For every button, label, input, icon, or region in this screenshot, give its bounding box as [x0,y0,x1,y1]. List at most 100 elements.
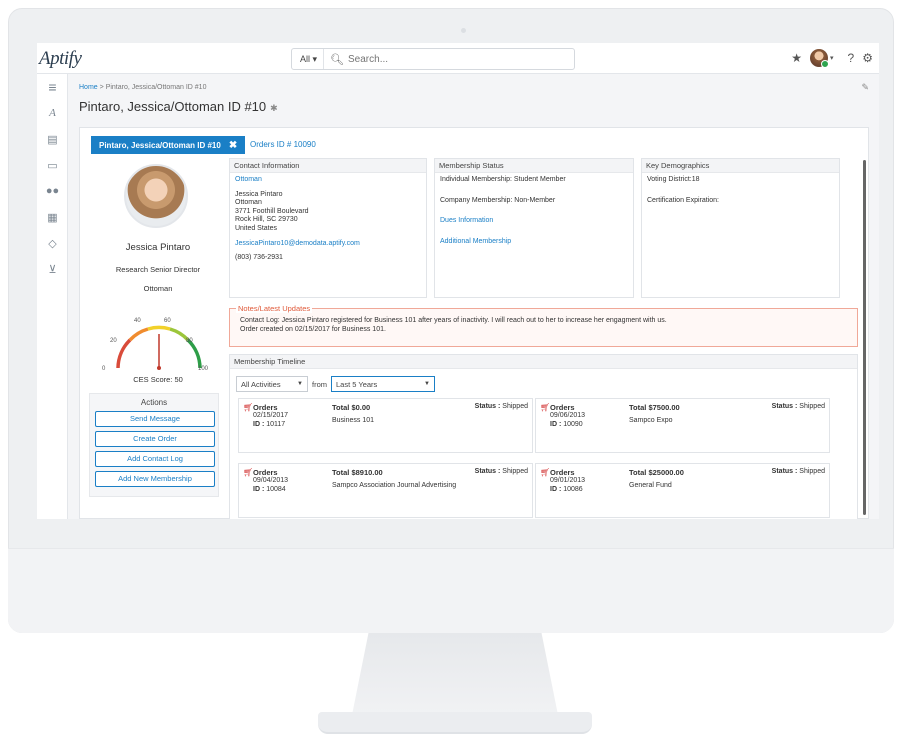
activity-filter-select[interactable]: All Activities ▼ [236,376,308,392]
monitor-chin [8,548,894,633]
document-icon[interactable]: ▤ [37,126,68,152]
individual-membership: Individual Membership: Student Member [440,176,566,183]
from-label: from [312,379,327,389]
camera-dot [461,28,466,33]
users-icon[interactable]: ●● [37,178,68,204]
left-nav: ≡ A ▤ ▭ ●● ▦ ◇ ⊻ [37,74,68,519]
key-demographics-heading: Key Demographics [642,159,839,173]
dues-information-link[interactable]: Dues Information [440,217,628,226]
order-status-label: Status : [771,403,798,410]
order-card[interactable]: 🛒︎ Orders 09/04/2013 ID : 10084 Total $8… [238,463,533,518]
order-type: Orders [253,403,278,412]
order-id-label: ID : [550,421,562,428]
contact-street: 3771 Foothill Boulevard [235,207,309,215]
order-id: ID : 10084 [253,486,286,493]
order-status-value: Shipped [502,468,528,475]
order-id-label: ID : [550,486,562,493]
additional-membership-link[interactable]: Additional Membership [440,238,628,247]
tab-order-record[interactable]: Orders ID # 10090 [250,140,316,149]
monitor-icon[interactable]: ▭ [37,152,68,178]
breadcrumb-current: Pintaro, Jessica/Ottoman ID #10 [105,84,207,91]
order-id-value: 10084 [266,486,286,493]
profile-photo [124,164,188,228]
contact-country: United States [235,224,278,232]
breadcrumb-separator: > [99,84,104,91]
chevron-down-icon: ▼ [297,381,303,387]
aptify-logo[interactable]: Aptify [39,48,82,70]
gauge-band-green [186,338,202,369]
search-scope-label: All [300,54,311,64]
gauge-tick-80: 80 [186,338,193,344]
chevron-down-icon[interactable]: ▾ [830,54,834,62]
gauge-tick-60: 60 [164,318,171,324]
ces-gauge: 0 20 40 60 80 100 [102,318,209,372]
order-total: Total $7500.00 [629,403,680,412]
create-order-button[interactable]: Create Order [95,431,215,447]
add-new-membership-button[interactable]: Add New Membership [95,471,215,487]
monitor-stand [352,633,558,715]
notes-line-2: Order created on 02/15/2017 for Business… [240,325,386,333]
order-status-label: Status : [474,468,501,475]
contact-phone: (803) 736-2931 [235,254,283,262]
add-contact-log-button[interactable]: Add Contact Log [95,451,215,467]
search-input[interactable] [348,53,549,65]
ces-score: CES Score: 50 [133,375,183,384]
chevron-down-icon: ▼ [424,381,430,387]
order-status: Status : Shipped [772,403,825,410]
order-status-label: Status : [771,468,798,475]
breadcrumb-home-link[interactable]: Home [79,84,98,91]
order-date: 09/06/2013 [550,412,586,419]
profile-name: Jessica Pintaro [125,242,191,253]
notes-box: Notes/Latest Updates Contact Log: Jessic… [229,304,858,347]
activity-filter-value: All Activities [241,379,281,389]
close-icon[interactable]: ✖ [229,140,237,151]
order-total: Total $8910.00 [332,468,383,477]
page-title-text: Pintaro, Jessica/Ottoman ID #10 [79,99,267,114]
order-card[interactable]: 🛒︎ Orders 09/06/2013 ID : 10090 Total $7… [535,398,830,453]
actions-heading: Actions [140,398,168,407]
actions-box: Actions Send Message Create Order Add Co… [89,393,219,497]
contact-org-link[interactable]: Ottoman [235,176,421,185]
diamond-icon[interactable]: ◇ [37,230,68,256]
order-card[interactable]: 🛒︎ Orders 09/01/2013 ID : 10086 Total $2… [535,463,830,518]
contact-email-link[interactable]: JessicaPintaro10@demodata.aptify.com [235,240,421,249]
order-total: Total $25000.00 [629,468,684,477]
order-card[interactable]: 🛒︎ Orders 02/15/2017 ID : 10117 Total $0… [238,398,533,453]
order-status-value: Shipped [502,403,528,410]
cart-icon[interactable]: ⊻ [37,256,68,282]
aptify-icon[interactable]: A [37,100,68,126]
gauge-tick-40: 40 [134,318,141,324]
gauge-band-red [116,338,132,369]
search-scope-select[interactable]: All ▾ [292,49,325,69]
tab-contact-record[interactable]: Pintaro, Jessica/Ottoman ID #10 ✖ [91,136,246,154]
global-search: All ▾ 🔍︎ [291,48,575,70]
membership-timeline-heading: Membership Timeline [230,355,857,369]
breadcrumb: Home > Pintaro, Jessica/Ottoman ID #10 [79,84,206,91]
menu-icon[interactable]: ≡ [37,74,68,100]
order-description: Sampco Association Journal Advertising [332,482,457,489]
table-icon[interactable]: ▦ [37,204,68,230]
contact-name: Jessica Pintaro [235,190,283,198]
order-description: Sampco Expo [629,417,673,424]
gauge-tick-0: 0 [102,366,106,372]
cart-icon: 🛒︎ [243,403,254,412]
star-icon[interactable]: ★ [791,51,802,65]
send-message-button[interactable]: Send Message [95,411,215,427]
order-description: Business 101 [332,417,375,424]
contact-company: Ottoman [235,199,262,207]
pin-icon[interactable]: ✱ [270,103,278,113]
order-id: ID : 10090 [550,421,583,428]
panel-scrollbar[interactable] [863,160,866,515]
user-avatar[interactable] [810,49,830,68]
contact-city: Rock Hill, SC 29730 [235,216,298,224]
pin-panel-icon[interactable]: ✎ [861,82,869,93]
order-id-label: ID : [253,486,265,493]
gauge-band-yellow [147,325,171,331]
help-icon[interactable]: ? [848,51,855,65]
voting-district: Voting District:18 [647,176,700,183]
gauge-tick-100: 100 [198,366,209,372]
gear-icon[interactable]: ⚙ [862,51,873,65]
gauge-tick-20: 20 [110,338,117,344]
date-range-select[interactable]: Last 5 Years ▼ [331,376,435,392]
order-status: Status : Shipped [772,468,825,475]
